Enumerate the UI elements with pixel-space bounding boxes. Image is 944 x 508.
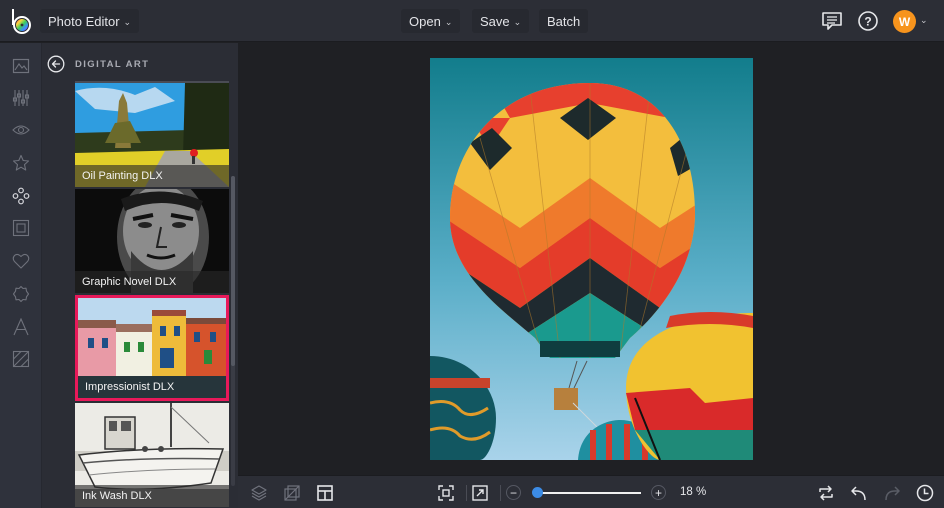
texture-icon[interactable] xyxy=(12,350,30,368)
save-menu-button[interactable]: Save ⌄ xyxy=(472,9,530,33)
help-icon[interactable]: ? xyxy=(857,10,879,32)
adjustments-icon[interactable] xyxy=(12,89,30,107)
thumb-label: Oil Painting DLX xyxy=(82,170,163,182)
app-menu-label: Photo Editor xyxy=(48,13,120,29)
thumb-label: Impressionist DLX xyxy=(85,381,175,393)
thumb-label: Ink Wash DLX xyxy=(82,490,152,502)
layers-icon[interactable] xyxy=(250,484,268,502)
image-icon[interactable] xyxy=(12,57,30,75)
chevron-down-icon: ⌄ xyxy=(123,16,132,27)
zoom-slider[interactable] xyxy=(532,487,641,498)
effect-thumb-impressionist[interactable]: Impressionist DLX xyxy=(75,295,229,401)
undo-icon[interactable] xyxy=(850,484,868,502)
toolbar-divider xyxy=(500,485,501,501)
open-label: Open xyxy=(409,13,441,29)
batch-button[interactable]: Batch xyxy=(539,9,589,33)
thumb-label: Graphic Novel DLX xyxy=(82,276,177,288)
bottom-toolbar: − + 18 % xyxy=(238,475,944,508)
layout-icon[interactable] xyxy=(316,484,334,502)
feedback-icon[interactable] xyxy=(821,10,843,32)
eye-icon[interactable] xyxy=(12,121,30,139)
tool-rail xyxy=(0,43,42,508)
save-label: Save xyxy=(480,13,510,29)
panel-title: DIGITAL ART xyxy=(75,59,150,70)
logo-icon[interactable] xyxy=(10,8,34,34)
editor-canvas[interactable] xyxy=(238,43,944,475)
actual-size-icon[interactable] xyxy=(471,484,489,502)
effect-thumb-ink-wash[interactable]: Ink Wash DLX xyxy=(75,403,229,507)
zoom-slider-handle[interactable] xyxy=(532,487,544,498)
svg-text:?: ? xyxy=(864,15,871,29)
photo-hot-air-balloons[interactable] xyxy=(430,58,753,460)
photo-editor-app: Photo Editor ⌄ Open ⌄ Save ⌄ Batch ? W ⌄ xyxy=(0,0,944,508)
heart-icon[interactable] xyxy=(12,252,30,270)
panel-scrollbar[interactable] xyxy=(231,176,235,486)
top-bar: Photo Editor ⌄ Open ⌄ Save ⌄ Batch ? W ⌄ xyxy=(0,0,944,42)
chevron-down-icon[interactable]: ⌄ xyxy=(920,15,928,26)
avatar-initial: W xyxy=(898,14,911,29)
back-arrow-icon[interactable] xyxy=(47,55,65,73)
app-switcher-menu[interactable]: Photo Editor ⌄ xyxy=(40,9,140,33)
chevron-down-icon: ⌄ xyxy=(513,16,522,27)
history-icon[interactable] xyxy=(916,484,934,502)
open-menu-button[interactable]: Open ⌄ xyxy=(401,9,461,33)
panel-scrollbar-thumb[interactable] xyxy=(231,176,235,366)
artsy-icon[interactable] xyxy=(12,187,30,205)
zoom-percentage: 18 % xyxy=(680,486,707,498)
crop-compare-icon[interactable] xyxy=(283,484,301,502)
user-avatar[interactable]: W xyxy=(893,10,916,33)
effect-thumb-oil-painting[interactable]: Oil Painting DLX xyxy=(75,83,229,187)
effect-thumb-graphic-novel[interactable]: Graphic Novel DLX xyxy=(75,189,229,293)
effect-thumbnail-list: Oil Painting DLX Graphic Novel DLX Impre… xyxy=(75,81,229,508)
frame-icon[interactable] xyxy=(12,219,30,237)
effects-panel: DIGITAL ART Oil Painting DLX Graphic Nov… xyxy=(42,43,238,508)
zoom-out-button[interactable]: − xyxy=(506,485,521,500)
zoom-in-button[interactable]: + xyxy=(651,485,666,500)
toolbar-divider xyxy=(466,485,467,501)
minus-icon: − xyxy=(509,485,517,500)
star-icon[interactable] xyxy=(12,154,30,172)
badge-icon[interactable] xyxy=(12,285,30,303)
redo-icon[interactable] xyxy=(883,484,901,502)
chevron-down-icon: ⌄ xyxy=(444,16,453,27)
fit-to-screen-icon[interactable] xyxy=(437,484,455,502)
text-icon[interactable] xyxy=(12,318,30,336)
swap-icon[interactable] xyxy=(817,484,835,502)
plus-icon: + xyxy=(654,485,662,500)
batch-label: Batch xyxy=(547,13,581,29)
